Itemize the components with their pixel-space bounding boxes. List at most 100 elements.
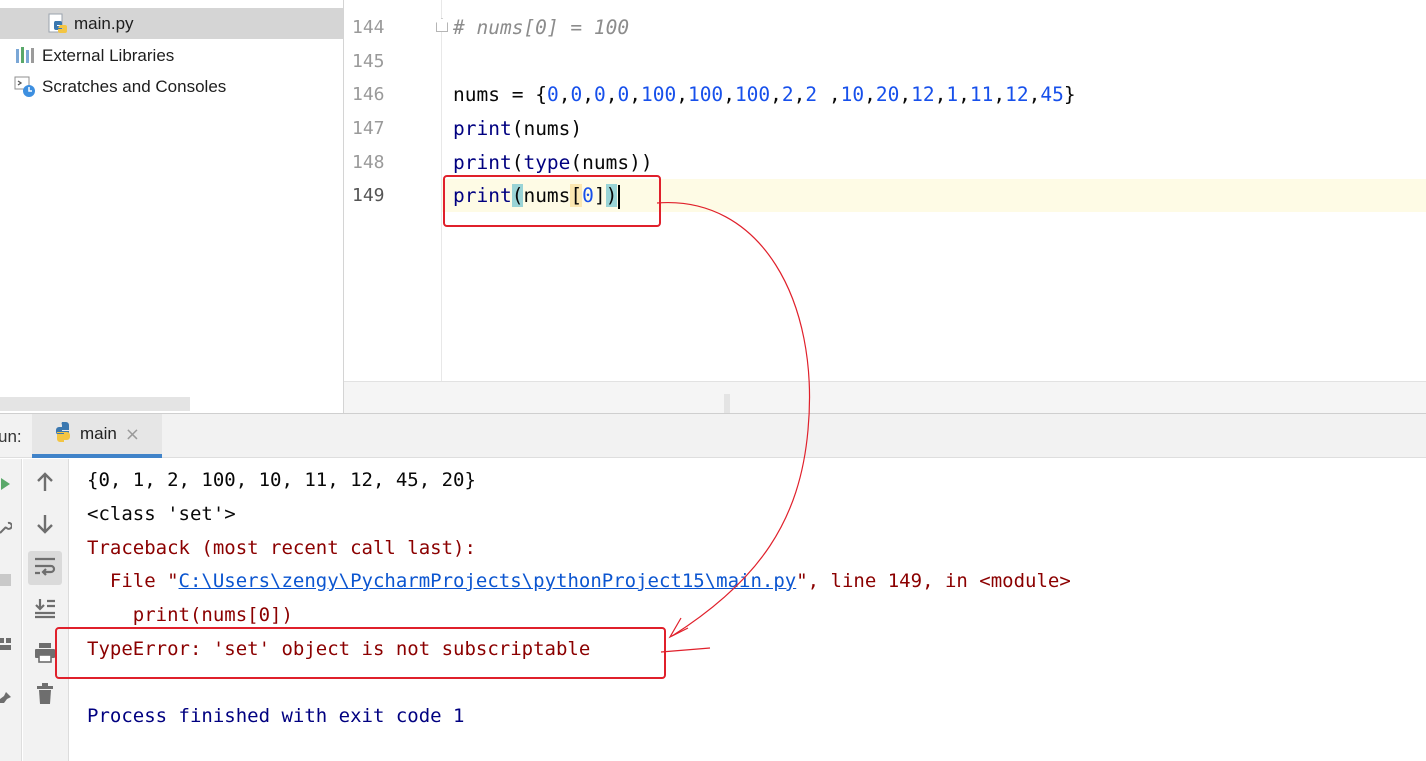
traceback-file-suffix: ", line 149, in <module> [796,570,1071,592]
up-button[interactable] [28,467,62,501]
code-token: , [993,83,1006,106]
run-tool-window: un: main × {0, 1, 2, 100, 10, 11, 12, 45… [0,413,1426,761]
tree-item-main-py[interactable]: main.py [0,8,343,39]
number-token: 100 [687,83,724,106]
soft-wrap-button[interactable] [28,551,62,585]
code-token: ( [511,151,524,174]
code-token: { [535,83,547,106]
builtin-token: print [453,151,512,174]
pin-icon[interactable] [0,689,14,707]
traceback-code-line: print(nums[0]) [87,604,293,626]
down-button[interactable] [28,509,62,543]
code-line-print-type: print(type(nums)) [453,151,653,174]
python-file-icon [46,13,68,35]
run-left-strip [0,459,22,761]
clear-button[interactable] [28,679,62,713]
annotation-box-error [55,627,666,679]
number-token: 10 [840,83,865,106]
code-token: , [934,83,947,106]
code-line-comment: # nums[0] = 100 [453,16,630,39]
code-line-set-literal: nums = {0,0,0,0,100,100,100,2,2 ,10,20,1… [453,83,1076,106]
close-icon[interactable]: × [125,424,140,445]
run-toolbar [23,459,69,761]
run-tab-main[interactable]: main × [32,414,162,458]
annotation-box-code [443,175,661,227]
tree-item-label: main.py [74,13,134,33]
arrow-down-icon [35,513,55,539]
soft-wrap-icon [33,555,57,581]
line-number-current: 149 [352,185,385,206]
number-token: 0 [546,83,559,106]
rerun-icon[interactable] [0,475,14,493]
number-token: 100 [734,83,771,106]
code-token: , [899,83,912,106]
scratches-icon [14,76,36,98]
stop-icon[interactable] [0,571,14,589]
line-number: 148 [352,152,385,173]
code-token: ) [570,117,583,140]
code-token: , [793,83,806,106]
number-token: 0 [617,83,630,106]
run-header: un: main × [0,414,1426,458]
builtin-token: print [453,117,512,140]
code-token: nums [523,117,571,140]
line-number: 146 [352,84,385,105]
number-token: 12 [1005,83,1029,106]
code-token: ( [570,151,583,174]
number-token: 2 [781,83,794,106]
code-token: ) [629,151,641,174]
number-token: 11 [969,83,994,106]
project-tree-panel: main.py External Libraries Scratches and… [0,0,344,413]
traceback-file-line: File "C:\Users\zengy\PycharmProjects\pyt… [87,570,1071,592]
code-token: , [605,83,618,106]
code-token: } [1063,83,1076,106]
run-tab-label: main [80,424,117,443]
editor-scroll-thumb[interactable] [724,394,730,413]
tree-horizontal-scrollbar[interactable] [0,397,190,411]
line-number: 144 [352,17,385,38]
line-number: 145 [352,51,385,72]
output-line: <class 'set'> [87,503,236,525]
line-number: 147 [352,118,385,139]
scroll-to-end-button[interactable] [28,593,62,627]
tree-item-label: External Libraries [42,45,175,65]
code-token: , [958,83,970,106]
python-icon [52,421,74,447]
tree-row-partial[interactable] [0,0,343,8]
code-token: ( [511,117,524,140]
code-token: nums [582,151,630,174]
code-token: , [828,83,841,106]
code-token: nums [453,83,500,106]
code-token: , [864,83,876,106]
print-icon [34,641,56,667]
tree-item-external-libraries[interactable]: External Libraries [0,40,343,71]
run-label: un: [0,427,22,446]
number-token: 100 [640,83,677,106]
trash-icon [35,683,55,709]
editor-horizontal-scrollbar[interactable] [344,381,1426,413]
wrench-icon[interactable] [0,519,14,537]
code-line-print-nums: print(nums) [453,117,582,140]
traceback-header: Traceback (most recent call last): [87,537,476,559]
traceback-file-prefix: File " [87,570,179,592]
code-token: ) [640,151,653,174]
file-path-link[interactable]: C:\Users\zengy\PycharmProjects\pythonPro… [179,570,797,592]
number-token: 45 [1040,83,1064,106]
output-line: {0, 1, 2, 100, 10, 11, 12, 45, 20} [87,469,476,491]
code-token: , [582,83,594,106]
layout-icon[interactable] [0,635,14,653]
tree-item-scratches-and-consoles[interactable]: Scratches and Consoles [0,71,343,102]
code-token: , [1028,83,1041,106]
number-token: 1 [946,83,959,106]
exit-message: Process finished with exit code 1 [87,705,465,727]
number-token: 12 [911,83,935,106]
code-token: = [511,83,524,106]
scroll-to-end-icon [33,597,57,623]
number-token: 0 [570,83,583,106]
code-token: , [770,83,782,106]
code-token: , [629,83,641,106]
code-token: , [558,83,571,106]
